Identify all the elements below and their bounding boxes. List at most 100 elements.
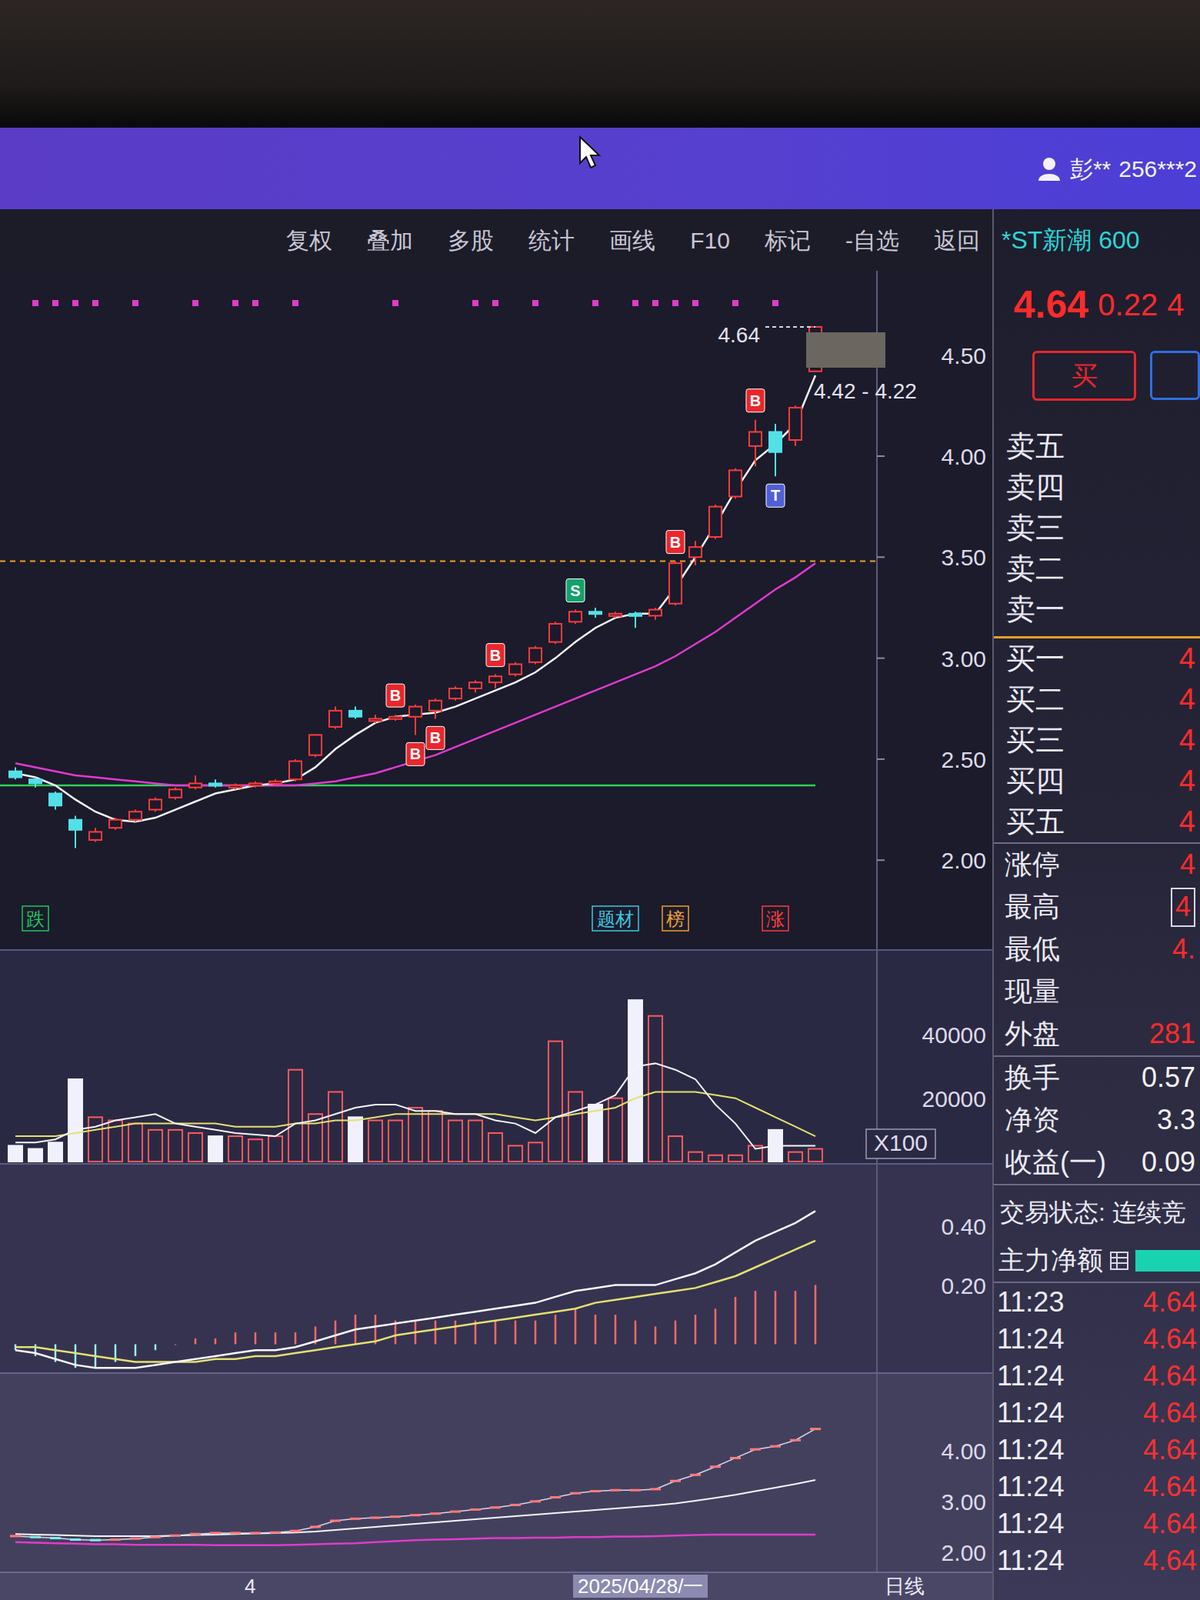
candle[interactable] [129,810,142,823]
trade-signal[interactable]: S [566,579,585,603]
price-pane[interactable]: 4.504.003.503.002.502.00BBBBSBBT4.644.42… [0,270,993,950]
macd-pane[interactable]: 0.400.20 [0,1163,993,1373]
candle[interactable] [729,468,742,499]
volume-bar[interactable] [148,1130,163,1162]
toolbar-button[interactable]: 多股 [447,223,494,258]
volume-bar[interactable] [88,1116,103,1162]
volume-bar[interactable] [8,1145,23,1162]
toolbar-button[interactable]: F10 [690,223,730,258]
volume-bar[interactable] [68,1079,83,1162]
volume-bar[interactable] [548,1041,563,1162]
trade-signal[interactable]: T [766,483,785,507]
volume-bar[interactable] [448,1120,463,1162]
toolbar-button[interactable]: -自选 [845,223,900,258]
volume-bar[interactable] [288,1070,303,1162]
volume-bar[interactable] [568,1091,583,1162]
sell-button[interactable] [1150,350,1200,400]
chart-tag[interactable]: 涨 [762,270,789,931]
candle[interactable] [229,783,242,790]
candle[interactable] [149,797,162,812]
volume-bar[interactable] [228,1136,243,1162]
volume-bar[interactable] [588,1104,603,1162]
candle[interactable] [749,420,762,467]
candle[interactable] [709,504,722,540]
candle[interactable] [209,779,222,788]
toolbar-button[interactable]: 标记 [764,223,811,258]
volume-bar[interactable] [28,1149,43,1162]
candle[interactable] [189,775,202,790]
trade-signal[interactable]: B [486,643,505,667]
candle[interactable] [49,791,62,810]
volume-bar[interactable] [168,1130,183,1162]
chart-tag[interactable]: 榜 [662,270,689,931]
volume-bar[interactable] [688,1152,703,1162]
volume-bar[interactable] [408,1107,423,1162]
candle[interactable] [89,827,102,842]
volume-bar[interactable] [668,1136,683,1162]
candle[interactable] [629,611,642,628]
candle[interactable] [529,646,542,665]
candle[interactable] [469,680,482,693]
candle[interactable] [649,607,662,620]
volume-bar[interactable] [48,1142,63,1162]
volume-bar[interactable] [128,1123,143,1162]
volume-bar[interactable] [268,1136,283,1162]
volume-bar[interactable] [328,1091,343,1162]
candle[interactable] [349,706,362,720]
time-axis-label[interactable]: 2025/04/28/一 [573,1574,708,1598]
candle[interactable] [269,779,282,786]
candle[interactable] [669,561,682,607]
candle[interactable] [29,777,42,788]
candle[interactable] [549,621,562,644]
candle[interactable] [369,714,382,724]
candle[interactable] [109,817,122,830]
volume-bar[interactable] [508,1145,523,1162]
volume-bar[interactable] [368,1120,383,1162]
price-chart[interactable]: 4.504.003.503.002.502.00BBBBSBBT4.644.42… [0,270,993,950]
candle[interactable] [409,704,422,735]
toolbar-button[interactable]: 复权 [286,223,333,258]
candle[interactable] [389,714,402,721]
volume-bar[interactable] [428,1110,443,1162]
candle[interactable] [569,610,582,624]
trade-signal[interactable]: B [426,726,445,750]
buy-button[interactable]: 买 [1032,350,1137,401]
candle[interactable] [769,423,782,477]
candle[interactable] [509,662,522,677]
trade-signal[interactable]: B [406,742,425,766]
volume-bar[interactable] [248,1139,263,1162]
volume-bar[interactable] [388,1120,403,1162]
chart-tag[interactable]: 题材 [592,270,639,931]
macd-chart[interactable]: 0.400.20 [0,1164,993,1373]
toolbar-button[interactable]: 叠加 [366,223,414,258]
toolbar-button[interactable]: 统计 [528,223,575,258]
volume-bar[interactable] [348,1116,363,1162]
candle[interactable] [449,686,462,700]
volume-bar[interactable] [488,1133,503,1162]
trade-signal[interactable]: B [666,530,685,554]
volume-bar[interactable] [788,1152,803,1162]
candle[interactable] [789,405,802,447]
table-icon[interactable] [1109,1250,1130,1271]
candle[interactable] [329,706,342,730]
time-axis-label[interactable]: 日线 [884,1574,925,1598]
volume-bar[interactable] [708,1155,723,1162]
volume-bar[interactable] [208,1136,223,1162]
trade-signal[interactable]: B [386,683,405,707]
candle[interactable] [249,781,262,788]
volume-bar[interactable] [728,1155,743,1162]
candle[interactable] [9,766,22,780]
volume-bar[interactable] [188,1133,203,1162]
volume-bar[interactable] [628,1000,643,1162]
candle[interactable] [429,698,442,719]
user-info[interactable]: 彭**256***2 [1036,151,1200,187]
trade-signal[interactable]: B [746,389,765,413]
candle[interactable] [689,540,702,566]
band-pane[interactable]: 4.003.002.00 [0,1372,993,1572]
volume-bar[interactable] [528,1142,543,1162]
volume-chart[interactable]: 4000020000X100 [0,950,993,1164]
volume-bar[interactable] [808,1149,823,1162]
volume-bar[interactable] [648,1016,663,1162]
toolbar-button[interactable]: 画线 [609,223,656,258]
time-axis-label[interactable]: 4 [244,1574,256,1598]
